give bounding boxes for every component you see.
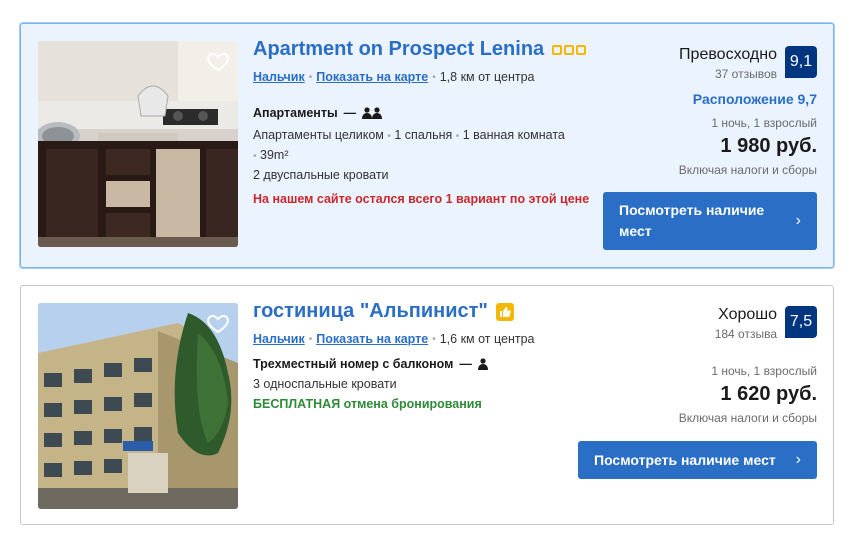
location-row: Нальчик • Показать на карте • 1,6 км от … <box>253 332 593 346</box>
distance-text: 1,8 км от центра <box>439 70 535 84</box>
chevron-right-icon: › <box>795 451 801 468</box>
property-info: Apartment on Prospect Lenina Нальчик • П… <box>253 38 593 209</box>
separator-dot: • <box>253 151 257 162</box>
show-on-map-link[interactable]: Показать на карте <box>316 332 428 346</box>
star-square-icon <box>564 44 575 55</box>
room-type[interactable]: Апартаменты — <box>253 106 593 120</box>
room-type-label: Апартаменты <box>253 106 338 120</box>
area-text: 39m² <box>260 148 289 162</box>
location-score: Расположение 9,7 <box>692 91 817 107</box>
bathroom-count: 1 ванная комната <box>462 128 565 142</box>
property-title[interactable]: Apartment on Prospect Lenina <box>253 38 544 61</box>
chevron-right-icon: › <box>795 212 801 229</box>
city-link[interactable]: Нальчик <box>253 332 305 346</box>
stay-info: 1 ночь, 1 взрослый <box>711 364 817 378</box>
heart-icon[interactable] <box>206 49 230 73</box>
heart-icon[interactable] <box>206 311 230 335</box>
property-photo[interactable] <box>38 303 238 509</box>
button-label: Посмотреть наличие мест <box>594 452 776 468</box>
rating-word: Хорошо <box>718 306 777 323</box>
taxes-note: Включая налоги и сборы <box>678 411 817 425</box>
separator-dot: • <box>308 333 313 345</box>
review-score[interactable]: Хорошо 184 отзыва 7,5 <box>715 306 817 341</box>
property-title[interactable]: гостиница "Альпинист" <box>253 300 488 323</box>
property-card[interactable]: Apartment on Prospect Lenina Нальчик • П… <box>20 23 834 268</box>
check-availability-button[interactable]: Посмотреть наличие мест › <box>603 192 817 250</box>
room-details: Апартаменты целиком • 1 спальня • 1 ванн… <box>253 126 593 166</box>
person-icon <box>477 358 488 370</box>
separator-dot: • <box>308 71 313 83</box>
room-type[interactable]: Трехместный номер с балконом — <box>253 357 593 371</box>
stay-info: 1 ночь, 1 взрослый <box>711 116 817 130</box>
property-photo[interactable] <box>38 41 238 247</box>
review-score[interactable]: Превосходно 37 отзывов 9,1 <box>679 46 817 81</box>
button-label: Посмотреть наличие мест <box>619 202 765 239</box>
separator-dot: • <box>432 71 436 83</box>
person-icon <box>362 107 383 119</box>
taxes-note: Включая налоги и сборы <box>678 163 817 177</box>
price: 1 980 руб. <box>720 135 817 157</box>
distance-text: 1,6 км от центра <box>439 332 535 346</box>
score-badge: 9,1 <box>785 46 817 78</box>
room-type-dash: — <box>343 106 357 120</box>
city-link[interactable]: Нальчик <box>253 70 305 84</box>
thumbs-up-icon <box>495 302 514 321</box>
show-on-map-link[interactable]: Показать на карте <box>316 70 428 84</box>
bedroom-count: 1 спальня <box>394 128 453 142</box>
check-availability-button[interactable]: Посмотреть наличие мест › <box>578 441 817 479</box>
beds-text: 3 односпальные кровати <box>253 377 397 391</box>
separator-dot: • <box>455 131 460 142</box>
star-square-icon <box>576 44 587 55</box>
review-count: 184 отзыва <box>714 327 777 341</box>
free-cancellation: БЕСПЛАТНАЯ отмена бронирования <box>253 397 482 411</box>
separator-dot: • <box>432 333 436 345</box>
beds-text: 2 двуспальные кровати <box>253 168 389 182</box>
star-rating <box>552 44 587 55</box>
separator-dot: • <box>387 131 391 142</box>
location-row: Нальчик • Показать на карте • 1,8 км от … <box>253 70 593 84</box>
room-type-label: Трехместный номер с балконом <box>253 357 454 371</box>
rating-word: Превосходно <box>679 46 777 63</box>
star-square-icon <box>552 44 563 55</box>
property-info: гостиница "Альпинист" Нальчик • Показать… <box>253 300 593 411</box>
property-card[interactable]: гостиница "Альпинист" Нальчик • Показать… <box>20 285 834 525</box>
availability-alert: На нашем сайте остался всего 1 вариант п… <box>253 192 590 206</box>
review-count: 37 отзывов <box>714 67 777 81</box>
score-badge: 7,5 <box>785 306 817 338</box>
room-type-dash: — <box>459 357 472 371</box>
price: 1 620 руб. <box>720 383 817 405</box>
details-text: Апартаменты целиком <box>253 128 384 142</box>
